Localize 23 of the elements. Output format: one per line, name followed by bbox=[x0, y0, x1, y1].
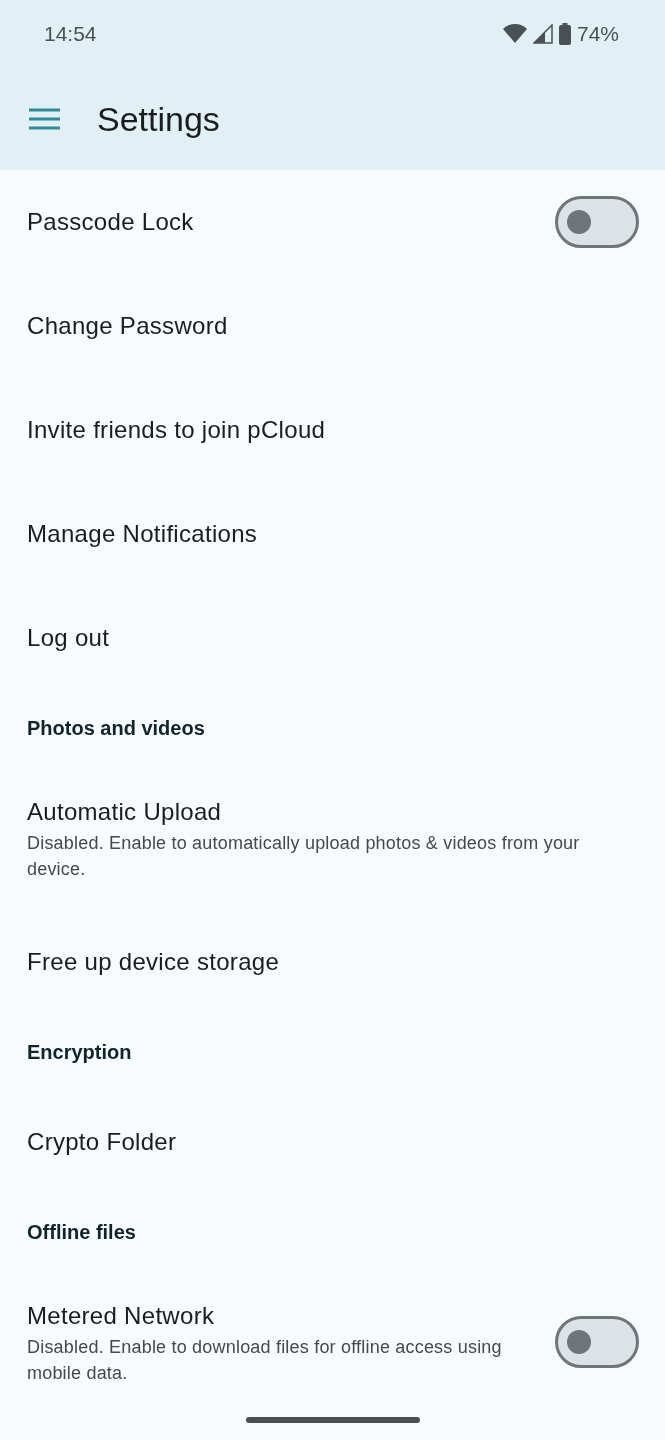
section-header: Encryption bbox=[27, 1040, 132, 1064]
setting-title[interactable]: Free up device storage bbox=[27, 948, 639, 976]
setting-description: Disabled. Enable to automatically upload photos & videos from your device. bbox=[27, 832, 581, 881]
toggle-switch[interactable] bbox=[555, 1316, 639, 1368]
signal-icon bbox=[532, 24, 553, 44]
app-bar-title: Settings bbox=[97, 99, 220, 139]
setting-title[interactable]: Change Password bbox=[27, 312, 639, 340]
setting-title[interactable]: Metered Network bbox=[27, 1302, 555, 1330]
section-header: Photos and videos bbox=[27, 716, 205, 740]
wifi-icon bbox=[502, 24, 527, 44]
setting-title[interactable]: Crypto Folder bbox=[27, 1128, 639, 1156]
battery-percentage: 74% bbox=[576, 22, 619, 46]
setting-title[interactable]: Automatic Upload bbox=[27, 798, 639, 826]
setting-title[interactable]: Log out bbox=[27, 624, 639, 652]
section-header: Offline files bbox=[27, 1220, 136, 1244]
setting-title[interactable]: Invite friends to join pCloud bbox=[27, 416, 639, 444]
menu-icon[interactable] bbox=[28, 107, 61, 131]
battery-icon bbox=[558, 23, 571, 45]
setting-description: Disabled. Enable to download files for offline access using mobile data. bbox=[27, 1336, 503, 1385]
setting-title[interactable]: Passcode Lock bbox=[27, 208, 555, 236]
setting-title[interactable]: Manage Notifications bbox=[27, 520, 639, 548]
status-time: 14:54 bbox=[44, 22, 97, 46]
toggle-switch[interactable] bbox=[555, 196, 639, 248]
